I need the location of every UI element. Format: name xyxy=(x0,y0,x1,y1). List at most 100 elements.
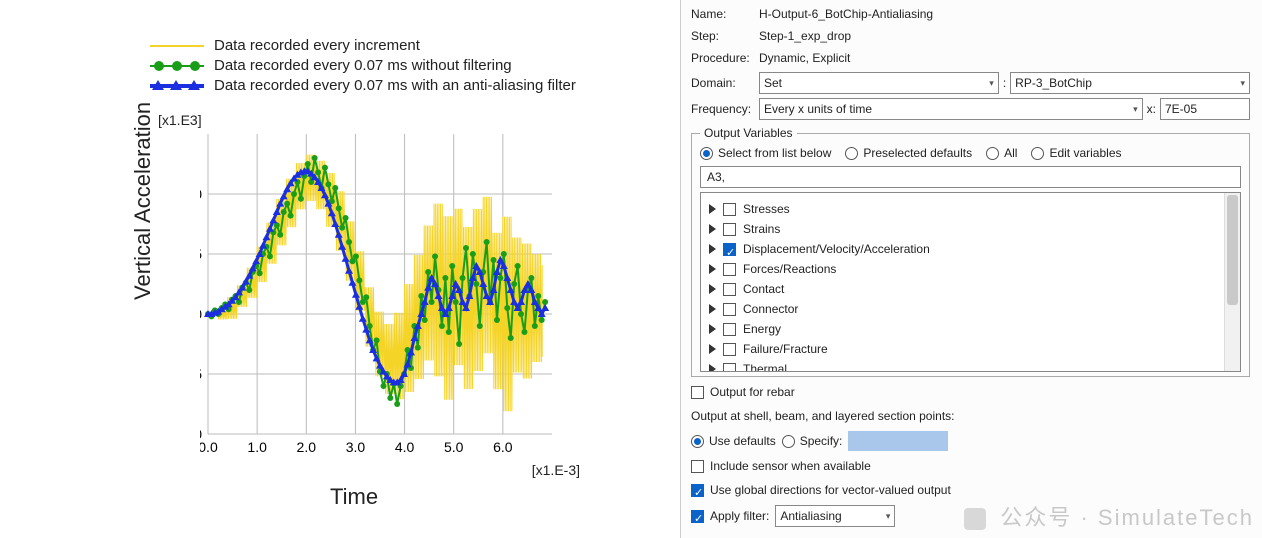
ov-tree-label: Energy xyxy=(743,319,781,339)
ov-tree-item[interactable]: Stresses xyxy=(705,199,1220,219)
svg-text:0.0: 0.0 xyxy=(200,439,218,455)
ov-tree-item[interactable]: Failure/Fracture xyxy=(705,339,1220,359)
svg-text:4.0: 4.0 xyxy=(395,439,415,455)
ov-tree-label: Stresses xyxy=(743,199,790,219)
ov-tree-frame: StressesStrainsDisplacement/Velocity/Acc… xyxy=(700,192,1241,372)
frequency-mode-combo[interactable]: Every x units of time ▾ xyxy=(759,98,1143,120)
ov-tree-label: Forces/Reactions xyxy=(743,259,836,279)
ov-tree[interactable]: StressesStrainsDisplacement/Velocity/Acc… xyxy=(701,193,1224,371)
scroll-thumb[interactable] xyxy=(1227,195,1238,305)
legend-label-blue: Data recorded every 0.07 ms with an anti… xyxy=(214,76,576,96)
radio-icon xyxy=(700,147,713,160)
info-name: Name: H-Output-6_BotChip-Antialiasing xyxy=(691,6,1250,22)
ov-tree-label: Strains xyxy=(743,219,780,239)
ov-radio-pre-label: Preselected defaults xyxy=(863,146,972,160)
svg-text:-0.5: -0.5 xyxy=(200,366,202,382)
scrollbar[interactable] xyxy=(1224,193,1240,371)
expand-icon xyxy=(709,284,716,294)
global-dirs-row[interactable]: Use global directions for vector-valued … xyxy=(691,481,1250,499)
ov-radio-row: Select from list below Preselected defau… xyxy=(700,146,1241,160)
info-name-value: H-Output-6_BotChip-Antialiasing xyxy=(759,6,933,22)
output-variables-legend: Output Variables xyxy=(700,126,797,140)
domain-value-combo[interactable]: RP-3_BotChip ▾ xyxy=(1010,72,1250,94)
ov-tree-label: Connector xyxy=(743,299,798,319)
rebar-row[interactable]: Output for rebar xyxy=(691,383,1250,401)
chevron-down-icon: ▾ xyxy=(886,507,891,525)
chevron-down-icon: ▾ xyxy=(1240,78,1245,89)
domain-type-combo[interactable]: Set ▾ xyxy=(759,72,999,94)
expand-icon xyxy=(709,264,716,274)
expand-icon xyxy=(709,344,716,354)
ov-tree-label: Thermal xyxy=(743,359,787,371)
chevron-down-icon: ▾ xyxy=(1133,104,1138,115)
ov-tree-item[interactable]: Connector xyxy=(705,299,1220,319)
svg-text:3.0: 3.0 xyxy=(346,439,366,455)
info-step-value: Step-1_exp_drop xyxy=(759,28,851,44)
frequency-row: Frequency: Every x units of time ▾ x: 7E… xyxy=(691,98,1250,120)
apply-filter-combo[interactable]: Antialiasing ▾ xyxy=(775,505,895,527)
output-variables-group: Output Variables Select from list below … xyxy=(691,126,1250,377)
section-radio-row: Use defaults Specify: xyxy=(691,431,1250,451)
svg-text:2.0: 2.0 xyxy=(297,439,317,455)
ov-field-input[interactable]: A3, xyxy=(700,166,1241,188)
checkbox-icon xyxy=(723,243,736,256)
legend-label-green: Data recorded every 0.07 ms without filt… xyxy=(214,56,512,76)
expand-icon xyxy=(709,224,716,234)
ov-radio-preselected[interactable]: Preselected defaults xyxy=(845,146,972,160)
ov-tree-item[interactable]: Forces/Reactions xyxy=(705,259,1220,279)
info-proc-value: Dynamic, Explicit xyxy=(759,50,850,66)
legend-swatch-green xyxy=(150,58,204,74)
ov-tree-item[interactable]: Strains xyxy=(705,219,1220,239)
apply-filter-label: Apply filter: xyxy=(710,507,769,525)
ov-radio-select-label: Select from list below xyxy=(718,146,831,160)
checkbox-icon xyxy=(723,223,736,236)
ov-radio-edit-label: Edit variables xyxy=(1049,146,1121,160)
frequency-x-value: 7E-05 xyxy=(1165,102,1197,116)
section-specify-input[interactable] xyxy=(848,431,948,451)
section-defaults-label: Use defaults xyxy=(709,432,776,450)
ov-radio-all[interactable]: All xyxy=(986,146,1017,160)
svg-text:1.0: 1.0 xyxy=(200,186,202,202)
domain-row: Domain: Set ▾ : RP-3_BotChip ▾ xyxy=(691,72,1250,94)
domain-type-value: Set xyxy=(764,76,782,90)
x-axis-title: Time xyxy=(330,484,378,510)
checkbox-icon xyxy=(691,510,704,523)
global-dirs-label: Use global directions for vector-valued … xyxy=(710,481,951,499)
plot-area: -1.0-0.50.00.51.00.01.02.03.04.05.06.0 xyxy=(200,130,560,470)
section-text: Output at shell, beam, and layered secti… xyxy=(691,407,1250,425)
ov-tree-item[interactable]: Energy xyxy=(705,319,1220,339)
svg-text:5.0: 5.0 xyxy=(444,439,464,455)
frequency-mode-value: Every x units of time xyxy=(764,102,872,116)
info-proc: Procedure: Dynamic, Explicit xyxy=(691,50,1250,66)
ov-tree-item[interactable]: Thermal xyxy=(705,359,1220,371)
history-output-dialog: Name: H-Output-6_BotChip-Antialiasing St… xyxy=(680,0,1262,538)
ov-tree-item[interactable]: Contact xyxy=(705,279,1220,299)
expand-icon xyxy=(709,324,716,334)
apply-filter-row[interactable]: Apply filter: Antialiasing ▾ xyxy=(691,505,1250,527)
include-sensor-row[interactable]: Include sensor when available xyxy=(691,457,1250,475)
include-sensor-label: Include sensor when available xyxy=(710,457,871,475)
expand-icon xyxy=(709,364,716,371)
checkbox-icon xyxy=(723,283,736,296)
radio-icon xyxy=(691,435,704,448)
section-specify-option[interactable]: Specify: xyxy=(782,432,843,450)
domain-sep: : xyxy=(1003,76,1006,90)
section-defaults-option[interactable]: Use defaults xyxy=(691,432,776,450)
chart-pane: Data recorded every increment Data recor… xyxy=(0,0,680,538)
info-step: Step: Step-1_exp_drop xyxy=(691,28,1250,44)
ov-tree-item[interactable]: Displacement/Velocity/Acceleration xyxy=(705,239,1220,259)
checkbox-icon xyxy=(691,460,704,473)
legend-swatch-blue xyxy=(150,78,204,94)
info-proc-label: Procedure: xyxy=(691,50,755,66)
chevron-down-icon: ▾ xyxy=(989,78,994,89)
radio-icon xyxy=(845,147,858,160)
checkbox-icon xyxy=(723,263,736,276)
legend-row-yellow: Data recorded every increment xyxy=(150,36,576,56)
ov-tree-label: Contact xyxy=(743,279,784,299)
frequency-x-input[interactable]: 7E-05 xyxy=(1160,98,1250,120)
apply-filter-value: Antialiasing xyxy=(780,507,841,525)
ov-radio-select-below[interactable]: Select from list below xyxy=(700,146,831,160)
ov-radio-edit[interactable]: Edit variables xyxy=(1031,146,1121,160)
svg-text:0.0: 0.0 xyxy=(200,306,202,322)
expand-icon xyxy=(709,304,716,314)
